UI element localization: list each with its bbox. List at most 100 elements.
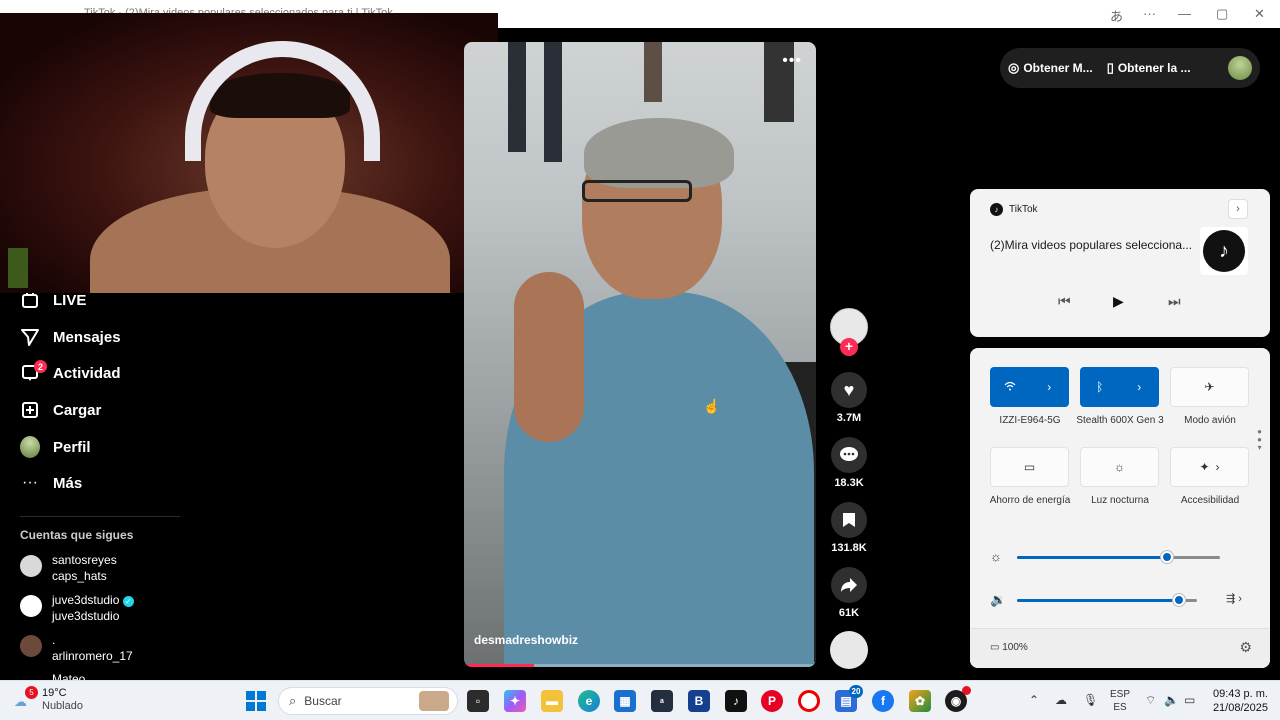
store-icon[interactable]: ▦ bbox=[614, 690, 636, 712]
maximize-button[interactable]: ▢ bbox=[1216, 6, 1228, 22]
sidebar-item-label: Actividad bbox=[53, 364, 121, 382]
task-view-icon[interactable]: ▫ bbox=[467, 690, 489, 712]
sidebar-item-label: Mensajes bbox=[53, 328, 121, 346]
following-item[interactable]: . arlinromero_17 bbox=[20, 632, 133, 664]
brightness-slider[interactable]: ☼ bbox=[990, 549, 1250, 565]
man-hair-image bbox=[584, 118, 734, 188]
following-title: Cuentas que sigues bbox=[20, 528, 134, 542]
wifi-icon[interactable]: ⌔ bbox=[1145, 693, 1156, 708]
wifi-tile[interactable]: › bbox=[990, 367, 1069, 407]
video-author[interactable]: desmadreshowbiz bbox=[474, 633, 578, 647]
follow-plus-button[interactable]: + bbox=[840, 338, 858, 356]
share-action[interactable]: 61K bbox=[831, 567, 867, 619]
pinterest-icon[interactable]: P bbox=[761, 690, 783, 712]
get-app-button[interactable]: ▯ Obtener la ... bbox=[1107, 60, 1191, 76]
profile-avatar[interactable] bbox=[1228, 56, 1252, 80]
video-progress-fill bbox=[464, 664, 535, 667]
tile-label: Ahorro de energía bbox=[989, 495, 1071, 506]
opera-icon[interactable] bbox=[798, 690, 820, 712]
background-person-leg bbox=[508, 42, 526, 152]
get-coins-button[interactable]: ◎ Obtener M... bbox=[1008, 60, 1093, 76]
facebook-icon[interactable]: f bbox=[872, 690, 894, 712]
like-action[interactable]: ♥ 3.7M bbox=[831, 372, 867, 424]
glasses-image bbox=[582, 180, 692, 202]
coin-icon: ◎ bbox=[1008, 60, 1020, 75]
chevron-right-icon[interactable]: › bbox=[1120, 380, 1160, 394]
sidebar-item-upload[interactable]: Cargar bbox=[20, 398, 101, 422]
media-thumbnail: ♪ bbox=[1200, 227, 1248, 275]
video-more-button[interactable]: ••• bbox=[782, 52, 802, 70]
clock-time: 09:43 p. m. bbox=[1212, 688, 1268, 700]
chevron-right-icon[interactable]: › bbox=[1030, 380, 1070, 394]
sidebar-item-activity[interactable]: 2 Actividad bbox=[20, 360, 121, 385]
following-item[interactable]: santosreyes caps_hats bbox=[20, 552, 117, 584]
save-action[interactable]: 131.8K bbox=[831, 502, 867, 554]
previous-track-button[interactable]: ⏮ bbox=[1058, 293, 1071, 310]
following-handle: arlinromero_17 bbox=[52, 649, 133, 663]
clock[interactable]: 09:43 p. m. 21/08/2025 bbox=[1213, 687, 1268, 715]
accessibility-icon: ✦ bbox=[1199, 460, 1210, 474]
messaging-icon[interactable]: ▤ 20 bbox=[835, 685, 863, 712]
chevron-right-icon[interactable]: › bbox=[1216, 460, 1220, 474]
volume-knob[interactable] bbox=[1173, 594, 1185, 606]
microphone-icon[interactable]: 🎙 bbox=[1083, 693, 1098, 707]
save-count: 131.8K bbox=[831, 542, 867, 554]
language-indicator[interactable]: ESP ES bbox=[1110, 688, 1130, 714]
sidebar-item-profile[interactable]: Perfil bbox=[20, 435, 91, 459]
cloud-icon[interactable]: ☁ bbox=[1055, 693, 1067, 707]
phone-icon: ▯ bbox=[1106, 60, 1114, 75]
sidebar-item-label: Perfil bbox=[53, 438, 91, 456]
video-progress-bar[interactable] bbox=[464, 664, 816, 667]
night-light-tile[interactable]: ☼ bbox=[1080, 447, 1159, 487]
browser-more-button[interactable]: ··· bbox=[1143, 6, 1156, 21]
battery-saver-tile[interactable]: ▭ bbox=[990, 447, 1069, 487]
search-icon: ⌕ bbox=[289, 693, 297, 708]
translate-icon[interactable]: あ bbox=[1110, 6, 1123, 25]
accessibility-tile[interactable]: ✦ › bbox=[1170, 447, 1249, 487]
volume-icon[interactable]: 🔈 bbox=[1164, 693, 1179, 707]
play-button[interactable]: ▶ bbox=[1113, 293, 1124, 310]
chevron-up-icon[interactable]: ⌃ bbox=[1029, 693, 1039, 707]
close-button[interactable]: ✕ bbox=[1254, 6, 1265, 22]
verified-icon: ✓ bbox=[122, 596, 134, 607]
audio-output-icon[interactable]: ⇶ › bbox=[1226, 592, 1242, 605]
taskbar-search[interactable]: ⌕ Buscar bbox=[278, 687, 458, 715]
bluetooth-tile[interactable]: ᛒ › bbox=[1080, 367, 1159, 407]
airplane-tile[interactable]: ✈ bbox=[1170, 367, 1249, 407]
brightness-knob[interactable] bbox=[1161, 551, 1174, 563]
minimize-button[interactable]: — bbox=[1178, 6, 1191, 21]
next-track-button[interactable]: ⏭ bbox=[1168, 293, 1181, 310]
start-icon[interactable] bbox=[246, 691, 266, 711]
obs-icon[interactable]: ◉ bbox=[945, 686, 971, 712]
fl-studio-icon[interactable]: ✿ bbox=[909, 690, 931, 712]
wifi-icon[interactable] bbox=[990, 380, 1030, 394]
video-player[interactable]: ••• desmadreshowbiz bbox=[464, 42, 816, 667]
comment-icon[interactable] bbox=[831, 437, 867, 473]
amazon-icon[interactable]: a bbox=[651, 690, 673, 712]
chevron-right-icon[interactable]: › bbox=[1228, 199, 1248, 219]
search-highlight-image bbox=[419, 691, 449, 711]
file-explorer-icon[interactable]: ▬ bbox=[541, 690, 563, 712]
bookmark-icon[interactable] bbox=[831, 502, 867, 538]
tiktok-icon[interactable]: ♪ bbox=[725, 690, 747, 712]
battery-icon[interactable]: ▭ bbox=[1184, 693, 1195, 707]
heart-icon[interactable]: ♥ bbox=[831, 372, 867, 408]
following-item[interactable]: juve3dstudio ✓ juve3dstudio bbox=[20, 592, 134, 624]
volume-slider[interactable]: 🔉 ⇶ › bbox=[990, 592, 1250, 608]
music-disc-avatar[interactable] bbox=[830, 631, 868, 669]
sidebar-item-messages[interactable]: Mensajes bbox=[20, 325, 121, 349]
get-app-label: Obtener la ... bbox=[1117, 61, 1191, 75]
man-arm-image bbox=[514, 272, 584, 442]
bluetooth-icon[interactable]: ᛒ bbox=[1080, 380, 1120, 394]
edge-icon[interactable]: e bbox=[578, 690, 600, 712]
weather-widget[interactable]: 5 ☁ 19°C Nublado bbox=[14, 686, 83, 713]
tiktok-icon: ♪ bbox=[990, 203, 1003, 216]
comment-action[interactable]: 18.3K bbox=[831, 437, 867, 489]
page-dots[interactable]: ● ● ▾ bbox=[1257, 428, 1262, 452]
copilot-icon[interactable]: ✦ bbox=[504, 690, 526, 712]
sidebar-item-more[interactable]: ··· Más bbox=[20, 471, 82, 495]
share-icon[interactable] bbox=[831, 567, 867, 603]
gear-icon[interactable]: ⚙ bbox=[1239, 639, 1252, 656]
app-b-icon[interactable]: B bbox=[688, 690, 710, 712]
battery-status: ▭ 100% bbox=[990, 642, 1028, 653]
